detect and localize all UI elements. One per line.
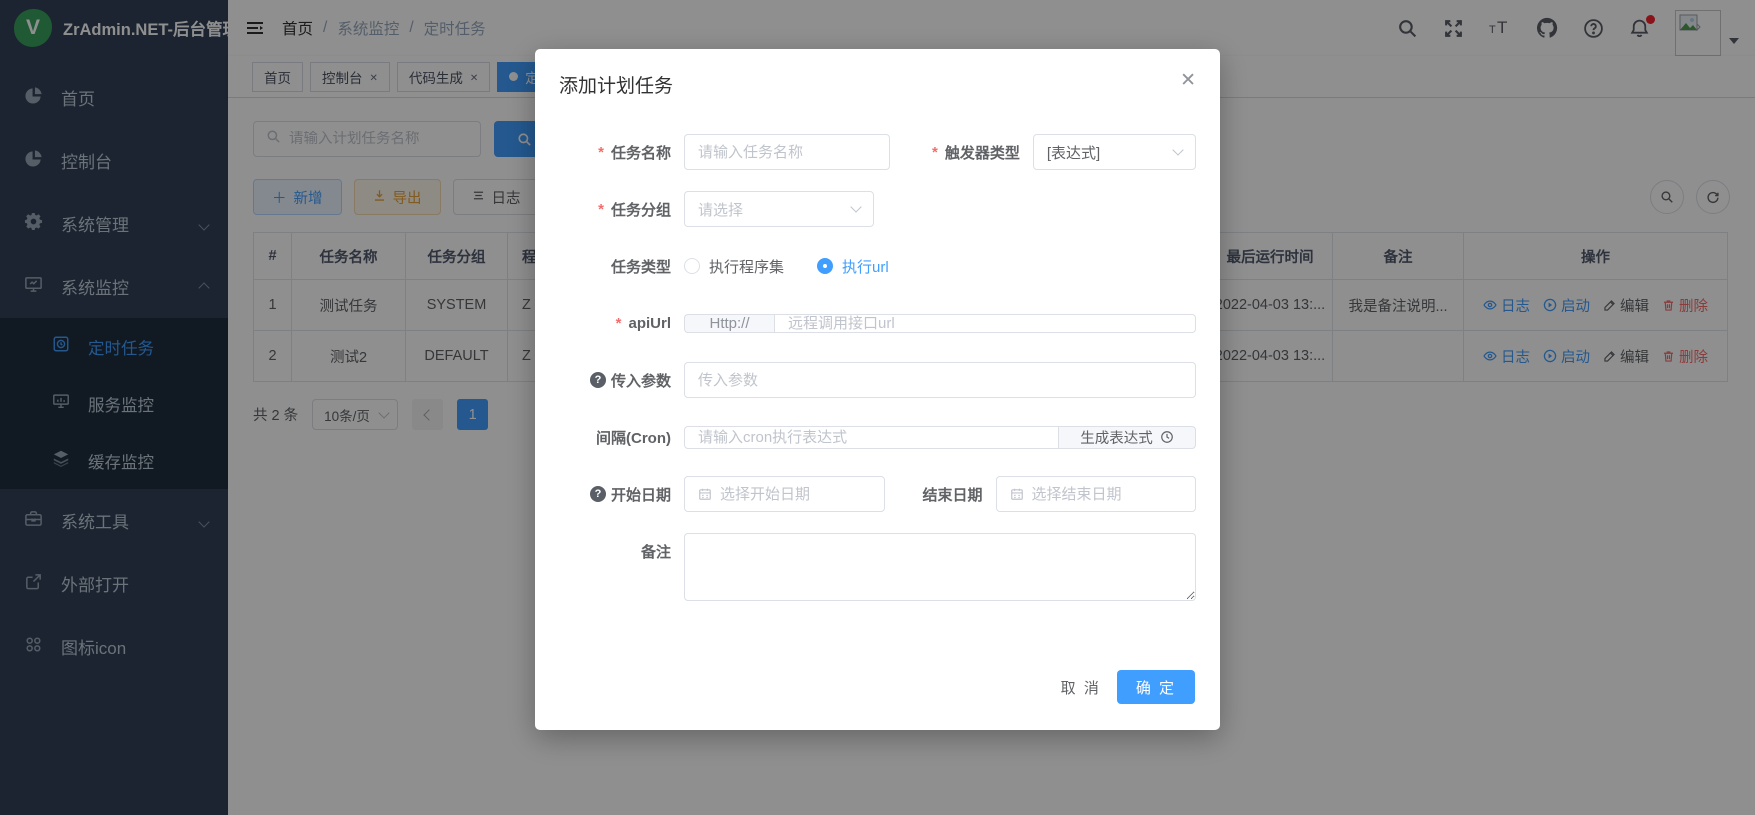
question-icon[interactable]: ?	[590, 372, 606, 388]
params-input[interactable]	[698, 372, 1182, 389]
form-row-params: ?传入参数	[559, 362, 1196, 398]
chevron-down-icon	[850, 201, 861, 212]
form-row-name-trigger: *任务名称 *触发器类型 [表达式]	[559, 134, 1196, 170]
start-date-label: ?开始日期	[559, 484, 671, 505]
required-star: *	[598, 144, 604, 161]
task-group-placeholder: 请选择	[698, 199, 743, 220]
radio-exec-assembly[interactable]: 执行程序集	[684, 256, 784, 277]
form-row-dates: ?开始日期 结束日期	[559, 476, 1196, 512]
calendar-icon	[1010, 487, 1024, 501]
form-row-group: *任务分组 请选择	[559, 191, 1196, 227]
start-date-field[interactable]	[684, 476, 885, 512]
calendar-icon	[698, 487, 712, 501]
apiurl-field[interactable]	[774, 314, 1196, 333]
start-date-input[interactable]	[720, 486, 871, 503]
task-group-label: *任务分组	[559, 199, 671, 220]
radio-label: 执行url	[842, 256, 889, 277]
note-label: 备注	[559, 541, 671, 562]
radio-label: 执行程序集	[709, 256, 784, 277]
task-name-label: *任务名称	[559, 142, 671, 163]
end-date-label: 结束日期	[893, 484, 983, 505]
add-task-form: *任务名称 *触发器类型 [表达式] *任务分组 请选择 任务类型 执行程序集	[559, 134, 1196, 601]
required-star: *	[616, 315, 622, 332]
form-row-apiurl: *apiUrl Http://	[559, 305, 1196, 341]
apiurl-group: Http://	[684, 314, 1196, 333]
apiurl-label: *apiUrl	[559, 315, 671, 332]
cron-label: 间隔(Cron)	[559, 427, 671, 448]
form-row-cron: 间隔(Cron) 生成表达式	[559, 419, 1196, 455]
trigger-type-label: *触发器类型	[896, 142, 1020, 163]
cron-field[interactable]	[684, 426, 1059, 449]
form-row-note: 备注	[559, 533, 1196, 601]
radio-circle-icon	[817, 258, 833, 274]
dialog-title: 添加计划任务	[559, 71, 1196, 98]
radio-exec-url[interactable]: 执行url	[817, 256, 889, 277]
add-task-dialog: 添加计划任务 *任务名称 *触发器类型 [表达式] *任务分组 请选择 任务类型	[535, 49, 1220, 730]
task-type-label: 任务类型	[559, 256, 671, 277]
apiurl-input[interactable]	[788, 315, 1182, 332]
task-name-field[interactable]	[684, 134, 890, 170]
trigger-type-select[interactable]: [表达式]	[1033, 134, 1196, 170]
cron-group: 生成表达式	[684, 426, 1196, 449]
form-row-task-type: 任务类型 执行程序集 执行url	[559, 248, 1196, 284]
required-star: *	[932, 144, 938, 161]
confirm-button[interactable]: 确 定	[1117, 670, 1195, 704]
generate-cron-label: 生成表达式	[1080, 427, 1153, 448]
end-date-field[interactable]	[996, 476, 1197, 512]
task-name-input[interactable]	[698, 144, 876, 161]
note-textarea[interactable]	[684, 533, 1196, 601]
apiurl-prepend: Http://	[684, 314, 774, 333]
generate-cron-button[interactable]: 生成表达式	[1058, 426, 1196, 449]
chevron-down-icon	[1172, 144, 1183, 155]
cancel-button[interactable]: 取 消	[1061, 677, 1101, 698]
task-group-select[interactable]: 请选择	[684, 191, 874, 227]
question-icon[interactable]: ?	[590, 486, 606, 502]
end-date-input[interactable]	[1032, 486, 1183, 503]
radio-circle-icon	[684, 258, 700, 274]
params-label: ?传入参数	[559, 370, 671, 391]
clock-icon	[1160, 430, 1174, 444]
close-icon[interactable]	[1180, 69, 1196, 92]
cron-input[interactable]	[698, 429, 1045, 446]
params-field[interactable]	[684, 362, 1196, 398]
dialog-footer: 取 消 确 定	[1061, 670, 1195, 704]
required-star: *	[598, 201, 604, 218]
trigger-type-value: [表达式]	[1047, 142, 1100, 163]
